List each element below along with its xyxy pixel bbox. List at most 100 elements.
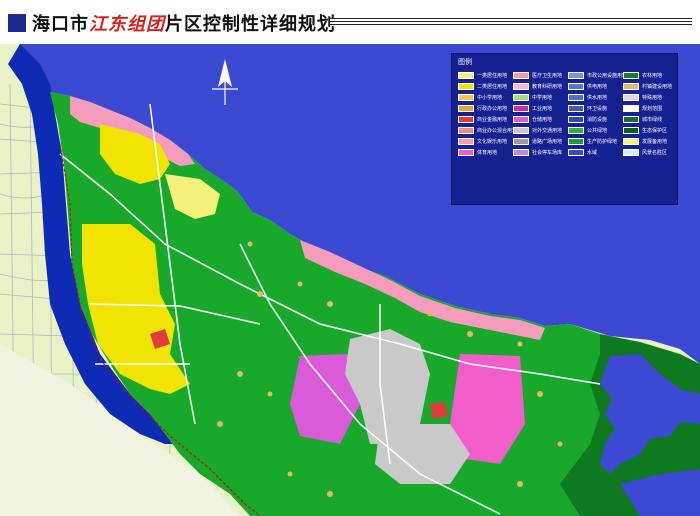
legend-item: 中学用地 (513, 92, 552, 102)
legend-swatch (458, 115, 474, 123)
legend-label: 规划范围 (642, 105, 663, 112)
legend-label: 农林用地 (642, 72, 663, 79)
legend-swatch (513, 137, 529, 145)
legend-label: 中学用地 (532, 94, 553, 101)
legend-swatch (513, 104, 529, 112)
legend-title: 图例 (458, 58, 472, 66)
commercial-east (430, 402, 448, 419)
legend-swatch (458, 148, 474, 156)
legend-swatch (623, 104, 639, 112)
legend-label: 二类居住用地 (477, 83, 508, 90)
legend-item: 社会停车场库 (513, 147, 562, 157)
legend-swatch (623, 82, 639, 90)
legend-swatch (623, 137, 639, 145)
legend-item: 工业用地 (513, 103, 552, 113)
legend-label: 行政办公用地 (477, 105, 508, 112)
legend-label: 教育科研用地 (532, 83, 563, 90)
legend-swatch (458, 71, 474, 79)
legend-swatch (513, 71, 529, 79)
legend-label: 城市绿线 (642, 116, 663, 123)
legend-item: 风景名胜区 (623, 147, 667, 157)
legend-item: 环卫设施 (568, 103, 607, 113)
title-suffix: 片区控制性详细规划 (165, 14, 336, 35)
legend-swatch (623, 126, 639, 134)
legend-item: 市政公用设施用地 (568, 70, 627, 80)
title-mark (8, 14, 26, 32)
legend-item: 公共绿地 (568, 125, 607, 135)
legend-label: 市政公用设施用地 (587, 72, 628, 79)
header-bar: 海口市 江东组团 片区控制性详细规划 (0, 0, 700, 44)
legend-label: 生态保护区 (642, 127, 668, 134)
legend-label: 体育用地 (477, 149, 498, 156)
map-figure: 海口市 江东组团 片区控制性详细规划 图例 一类居住用地 二类居住用地 中小学用… (0, 0, 700, 516)
legend-swatch (568, 93, 584, 101)
legend-label: 特殊用地 (642, 94, 663, 101)
legend-item: 文化娱乐用地 (458, 136, 507, 146)
legend-swatch (513, 93, 529, 101)
legend-swatch (513, 126, 529, 134)
legend-label: 道路广场用地 (532, 138, 563, 145)
legend-label: 消防设施 (587, 116, 608, 123)
legend-label: 供水用地 (587, 94, 608, 101)
legend-item: 对外交通用地 (513, 125, 562, 135)
legend-item: 商业办公混合用地 (458, 125, 517, 135)
legend-item: 发展备用地 (623, 136, 667, 146)
legend-label: 风景名胜区 (642, 149, 668, 156)
legend-swatch (513, 115, 529, 123)
legend-item: 道路广场用地 (513, 136, 562, 146)
page-title: 海口市 江东组团 片区控制性详细规划 (8, 8, 336, 38)
map-legend: 图例 一类居住用地 二类居住用地 中小学用地行政办公用地 商业金融用地商业办公混合用地… (451, 53, 678, 205)
legend-label: 一类居住用地 (477, 72, 508, 79)
legend-item: 商业金融用地 (458, 114, 507, 124)
legend-item: 体育用地 (458, 147, 497, 157)
legend-swatch (623, 148, 639, 156)
legend-item: 中小学用地 (458, 92, 502, 102)
legend-label: 中小学用地 (477, 94, 503, 101)
legend-label: 生产防护绿地 (587, 138, 618, 145)
legend-swatch (623, 93, 639, 101)
legend-swatch (458, 126, 474, 134)
legend-swatch (513, 148, 529, 156)
legend-swatch (513, 82, 529, 90)
legend-label: 环卫设施 (587, 105, 608, 112)
legend-swatch (458, 93, 474, 101)
north-arrow-icon (212, 59, 238, 105)
legend-item: 规划范围 (623, 103, 662, 113)
legend-label: 医疗卫生用地 (532, 72, 563, 79)
legend-label: 发展备用地 (642, 138, 668, 145)
legend-item: 农林用地 (623, 70, 662, 80)
legend-item: 供水用地 (568, 92, 607, 102)
legend-swatch (568, 71, 584, 79)
legend-swatch (568, 137, 584, 145)
legend-item: 医疗卫生用地 (513, 70, 562, 80)
legend-item: 水域 (568, 147, 597, 157)
legend-item: 行政办公用地 (458, 103, 507, 113)
legend-label: 商业金融用地 (477, 116, 508, 123)
legend-item: 供电用地 (568, 81, 607, 91)
legend-label: 商业办公混合用地 (477, 127, 518, 134)
legend-item: 教育科研用地 (513, 81, 562, 91)
title-highlight: 江东组团 (89, 14, 165, 35)
legend-item: 特殊用地 (623, 92, 662, 102)
legend-swatch (458, 137, 474, 145)
title-prefix: 海口市 (32, 14, 89, 35)
legend-item: 消防设施 (568, 114, 607, 124)
header-stripe (330, 18, 692, 26)
legend-swatch (568, 148, 584, 156)
legend-swatch (623, 115, 639, 123)
legend-label: 对外交通用地 (532, 127, 563, 134)
legend-item: 一类居住用地 (458, 70, 507, 80)
legend-swatch (458, 82, 474, 90)
legend-swatch (458, 104, 474, 112)
legend-swatch (568, 104, 584, 112)
legend-item: 村镇建设用地 (623, 81, 672, 91)
legend-label: 仓储用地 (532, 116, 553, 123)
legend-item: 生产防护绿地 (568, 136, 617, 146)
legend-item: 仓储用地 (513, 114, 552, 124)
legend-swatch (568, 82, 584, 90)
legend-label: 村镇建设用地 (642, 83, 673, 90)
legend-item: 二类居住用地 (458, 81, 507, 91)
legend-item: 生态保护区 (623, 125, 667, 135)
legend-item: 城市绿线 (623, 114, 662, 124)
legend-swatch (623, 71, 639, 79)
